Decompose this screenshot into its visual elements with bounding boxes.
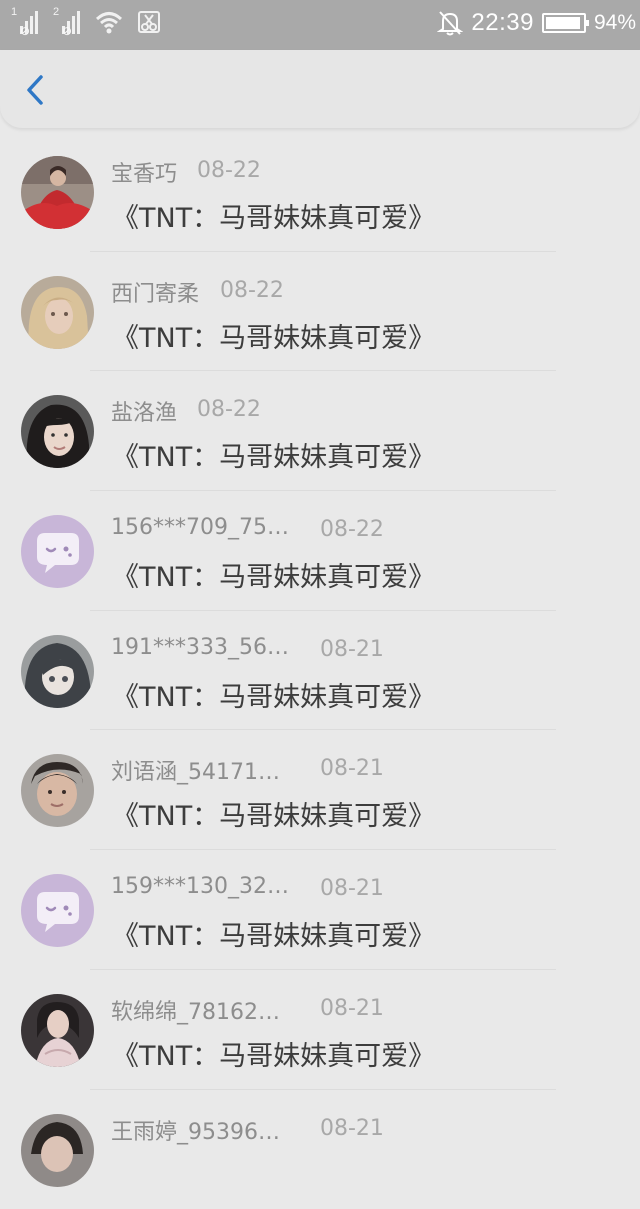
avatar[interactable] <box>21 156 94 229</box>
scissors-icon <box>136 8 162 36</box>
user-name[interactable]: 159***130_32… <box>111 874 296 899</box>
avatar[interactable] <box>21 635 94 708</box>
sim2-label: 2 <box>53 6 59 18</box>
battery-percent: 94% <box>594 11 636 35</box>
wifi-icon <box>94 8 124 36</box>
battery-icon <box>542 13 586 33</box>
avatar[interactable] <box>21 754 94 827</box>
avatar[interactable] <box>21 395 94 468</box>
sim2-signal-icon: 2 ⊘ <box>52 8 82 36</box>
comment-date: 08-21 <box>320 756 384 781</box>
list-item[interactable]: 刘语涵_54171… 08-21 《TNT：马哥妹妹真可爱》 <box>0 730 640 850</box>
comment-text: 《TNT：马哥妹妹真可爱》 <box>112 555 435 594</box>
comment-text: 《TNT：马哥妹妹真可爱》 <box>112 316 435 355</box>
user-name[interactable]: 软绵绵_78162… <box>111 994 296 1026</box>
list-item[interactable]: 156***709_75… 08-22 《TNT：马哥妹妹真可爱》 <box>0 491 640 611</box>
list-item[interactable]: 西门寄柔 08-22 《TNT：马哥妹妹真可爱》 <box>0 252 640 372</box>
comment-text: 《TNT：马哥妹妹真可爱》 <box>112 1034 435 1073</box>
status-bar: 1 ⊘ 2 ⊘ 22:39 9 <box>0 0 640 50</box>
comment-date: 08-21 <box>320 876 384 901</box>
user-name[interactable]: 王雨婷_95396… <box>111 1114 296 1146</box>
avatar[interactable] <box>21 276 94 349</box>
default-chat-avatar-icon[interactable] <box>21 515 94 588</box>
user-name[interactable]: 刘语涵_54171… <box>111 754 296 786</box>
sim1-signal-icon: 1 ⊘ <box>10 8 40 36</box>
comment-text: 《TNT：马哥妹妹真可爱》 <box>112 196 435 235</box>
sim1-label: 1 <box>11 6 17 18</box>
comment-date: 08-22 <box>197 397 261 422</box>
list-item[interactable]: 盐洛渔 08-22 《TNT：马哥妹妹真可爱》 <box>0 371 640 491</box>
comment-text: 《TNT：马哥妹妹真可爱》 <box>112 794 435 833</box>
user-name[interactable]: 156***709_75… <box>111 515 296 540</box>
comment-date: 08-22 <box>220 278 284 303</box>
list-item[interactable]: 宝香巧 08-22 《TNT：马哥妹妹真可爱》 <box>0 132 640 252</box>
comment-text: 《TNT：马哥妹妹真可爱》 <box>112 435 435 474</box>
avatar[interactable] <box>21 1114 94 1187</box>
comment-text: 《TNT：马哥妹妹真可爱》 <box>112 914 435 953</box>
top-app-bar <box>0 50 640 128</box>
user-name[interactable]: 191***333_56… <box>111 635 296 660</box>
battery-level-fill <box>546 17 580 29</box>
list-item[interactable]: 159***130_32… 08-21 《TNT：马哥妹妹真可爱》 <box>0 850 640 970</box>
avatar[interactable] <box>21 994 94 1067</box>
comment-date: 08-21 <box>320 1116 384 1141</box>
default-chat-avatar-icon[interactable] <box>21 874 94 947</box>
comment-date: 08-22 <box>197 158 261 183</box>
bell-muted-icon <box>437 9 463 37</box>
clock-time: 22:39 <box>471 9 534 37</box>
comment-date: 08-21 <box>320 996 384 1021</box>
comment-text: 《TNT：马哥妹妹真可爱》 <box>112 675 435 714</box>
comment-list: 宝香巧 08-22 《TNT：马哥妹妹真可爱》 西门寄柔 08-22 《TNT：… <box>0 132 640 1209</box>
comment-date: 08-21 <box>320 637 384 662</box>
comment-date: 08-22 <box>320 517 384 542</box>
list-item[interactable]: 191***333_56… 08-21 《TNT：马哥妹妹真可爱》 <box>0 611 640 731</box>
chevron-left-icon[interactable] <box>20 72 50 108</box>
list-item[interactable]: 软绵绵_78162… 08-21 《TNT：马哥妹妹真可爱》 <box>0 970 640 1090</box>
list-item[interactable]: 王雨婷_95396… 08-21 <box>0 1090 640 1209</box>
